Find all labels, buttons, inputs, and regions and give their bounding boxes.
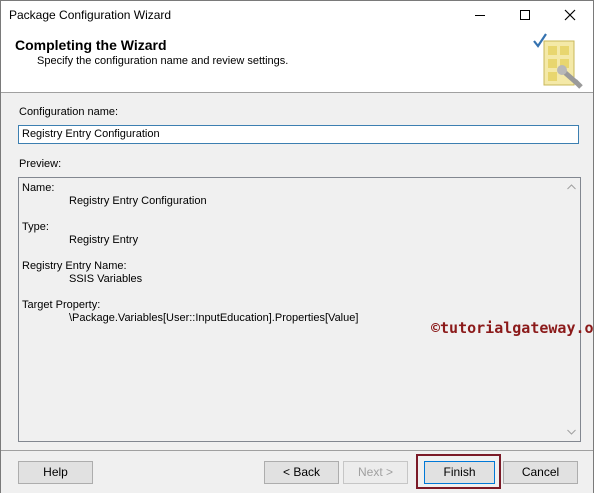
- wizard-header: Completing the Wizard Specify the config…: [1, 30, 593, 93]
- config-name-input[interactable]: [18, 125, 579, 144]
- wizard-window: Package Configuration Wizard Completing …: [0, 0, 594, 493]
- scroll-down-icon[interactable]: [567, 429, 576, 435]
- preview-type-label: Type:: [22, 221, 49, 233]
- preview-registry-label: Registry Entry Name:: [22, 260, 127, 272]
- close-button[interactable]: [548, 1, 593, 30]
- maximize-icon: [520, 10, 530, 20]
- watermark-text: ©tutorialgateway.org: [431, 319, 594, 337]
- preview-type-value: Registry Entry: [69, 234, 139, 246]
- preview-label: Preview:: [19, 158, 62, 170]
- next-button[interactable]: Next >: [343, 461, 408, 484]
- wizard-complete-icon: [533, 33, 583, 89]
- minimize-icon: [475, 15, 485, 16]
- preview-target-value: \Package.Variables[User::InputEducation]…: [69, 312, 359, 324]
- close-icon: [564, 9, 576, 21]
- scroll-up-icon[interactable]: [567, 184, 576, 190]
- config-name-label: Configuration name:: [19, 106, 119, 118]
- minimize-button[interactable]: [458, 1, 503, 30]
- page-title: Completing the Wizard: [15, 37, 167, 53]
- preview-target-label: Target Property:: [22, 299, 101, 311]
- cancel-button[interactable]: Cancel: [503, 461, 578, 484]
- finish-highlight-box: [416, 454, 501, 489]
- preview-scrollbar[interactable]: [563, 178, 580, 441]
- back-button[interactable]: < Back: [264, 461, 339, 484]
- preview-registry-value: SSIS Variables: [69, 273, 143, 285]
- preview-name-label: Name:: [22, 182, 55, 194]
- help-button[interactable]: Help: [18, 461, 93, 484]
- preview-name-value: Registry Entry Configuration: [69, 195, 207, 207]
- window-title: Package Configuration Wizard: [9, 8, 172, 22]
- maximize-button[interactable]: [503, 1, 548, 30]
- page-subtitle: Specify the configuration name and revie…: [37, 55, 289, 67]
- preview-box[interactable]: Name: Registry Entry Configuration Type:…: [18, 177, 581, 442]
- title-bar: Package Configuration Wizard: [1, 1, 593, 30]
